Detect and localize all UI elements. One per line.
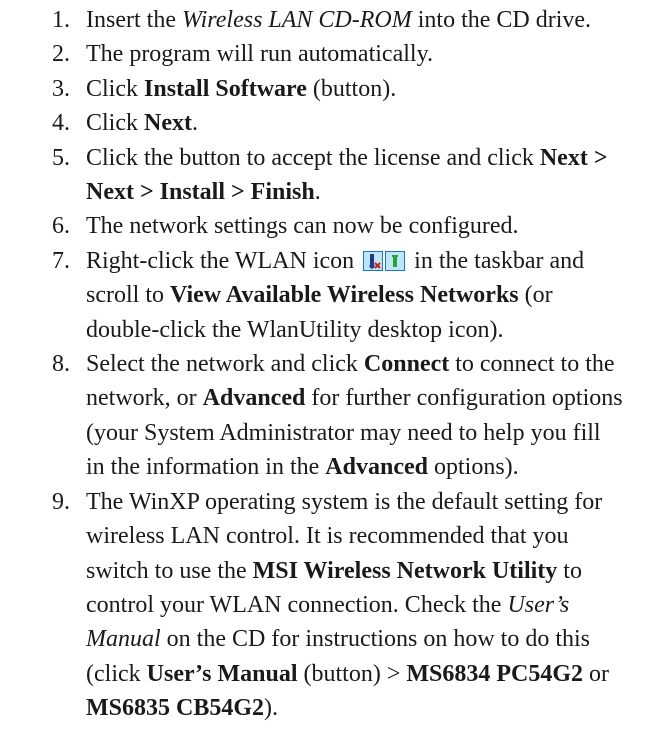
step-9: 9. The WinXP operating system is the defa… <box>40 485 671 726</box>
step-number: 9. <box>52 488 70 515</box>
text: or <box>583 660 610 687</box>
text: in the taskbar and <box>408 247 585 274</box>
text: (click <box>86 660 147 687</box>
text: in the information in the <box>86 454 326 481</box>
step-line: Manual on the CD for instructions on how… <box>86 622 671 656</box>
wlan-connected-icon <box>385 250 406 271</box>
step-3: 3. Click Install Software (button). <box>40 72 671 106</box>
step-line: The program will run automatically. <box>86 37 671 71</box>
step-line: MS6835 CB54G2). <box>86 691 671 725</box>
step-line: Click the button to accept the license a… <box>86 141 671 175</box>
bold-text: MS6834 PC54G2 <box>406 660 584 687</box>
step-line: double-click the WlanUtility desktop ico… <box>86 313 671 347</box>
step-8: 8. Select the network and click Connect t… <box>40 347 671 485</box>
wlan-disconnected-icon <box>363 250 384 271</box>
bold-text: Next <box>144 110 192 137</box>
text: (button) > <box>297 660 407 687</box>
bold-text: Advanced <box>325 454 428 481</box>
step-number: 5. <box>52 144 70 171</box>
bold-text: Next > <box>539 144 608 171</box>
step-number: 7. <box>52 247 70 274</box>
bold-text: View Available Wireless Networks <box>170 282 519 309</box>
step-2: 2. The program will run automatically. <box>40 37 671 71</box>
text: The program will run automatically. <box>86 41 434 68</box>
text: Select the network and click <box>86 351 364 378</box>
step-number: 8. <box>52 351 70 378</box>
text: . <box>314 179 321 206</box>
italic-text: User’s <box>507 591 570 618</box>
text: wireless LAN control. It is recommended … <box>86 523 569 550</box>
step-line: control your WLAN connection. Check the … <box>86 588 671 622</box>
step-number: 2. <box>52 41 70 68</box>
step-line: Click Next. <box>86 106 671 140</box>
step-5: 5. Click the button to accept the license… <box>40 141 671 210</box>
italic-text: Wireless LAN CD-ROM <box>181 7 412 33</box>
text: to <box>557 557 582 584</box>
text: Insert the <box>86 7 182 33</box>
installation-steps: 1. Insert the Wireless LAN CD-ROM into th… <box>0 0 671 726</box>
step-line: scroll to View Available Wireless Networ… <box>86 278 671 312</box>
text: Click <box>86 110 144 137</box>
text: options). <box>427 454 519 481</box>
text: ). <box>264 695 279 722</box>
step-line: Next > Install > Finish. <box>86 175 671 209</box>
text: to connect to the <box>449 351 615 378</box>
bold-text: Connect <box>363 351 450 378</box>
text: Right-click the WLAN icon <box>86 247 361 274</box>
bold-text: MSI Wireless Network Utility <box>252 557 558 584</box>
text: control your WLAN connection. Check the <box>86 591 508 618</box>
wlan-taskbar-icons <box>363 250 406 271</box>
step-line: Click Install Software (button). <box>86 72 671 106</box>
italic-text: Manual <box>86 626 161 653</box>
step-line: in the information in the Advanced optio… <box>86 450 671 484</box>
step-line: The WinXP operating system is the defaul… <box>86 485 671 519</box>
step-line: wireless LAN control. It is recommended … <box>86 519 671 553</box>
bold-text: MS6835 CB54G2 <box>86 695 265 722</box>
step-line: network, or Advanced for further configu… <box>86 381 671 415</box>
text: The network settings can now be configur… <box>86 213 519 240</box>
step-number: 3. <box>52 75 70 102</box>
step-line: (click User’s Manual (button) > MS6834 P… <box>86 657 671 691</box>
text: The WinXP operating system is the defaul… <box>86 488 603 515</box>
text: (your System Administrator may need to h… <box>86 419 601 446</box>
text: (button). <box>306 75 397 102</box>
text: Click the button to accept the license a… <box>86 144 540 171</box>
step-line: (your System Administrator may need to h… <box>86 416 671 450</box>
step-line: Right-click the WLAN icon in the taskbar… <box>86 244 671 278</box>
step-4: 4. Click Next. <box>40 106 671 140</box>
text: for further configuration options <box>305 385 623 412</box>
step-6: 6. The network settings can now be config… <box>40 209 671 243</box>
step-line: switch to use the MSI Wireless Network U… <box>86 554 671 588</box>
bold-text: Install Software <box>144 75 307 102</box>
step-line: Select the network and click Connect to … <box>86 347 671 381</box>
text: (or <box>518 282 553 309</box>
text: scroll to <box>86 282 170 309</box>
bold-text: Next > Install > Finish <box>86 179 315 206</box>
step-7: 7. Right-click the WLAN icon in the taskb… <box>40 244 671 347</box>
step-number: 6. <box>52 213 70 240</box>
bold-text: Advanced <box>202 385 306 412</box>
text: into the CD drive. <box>411 7 592 33</box>
text: network, or <box>86 385 203 412</box>
text: switch to use the <box>86 557 253 584</box>
text: . <box>191 110 198 137</box>
text: on the CD for instructions on how to do … <box>160 626 590 653</box>
bold-text: User’s Manual <box>146 660 298 687</box>
step-number: 1. <box>52 7 70 33</box>
text: Click <box>86 75 144 102</box>
step-line: Insert the Wireless LAN CD-ROM into the … <box>86 3 671 37</box>
step-number: 4. <box>52 110 70 137</box>
text: double-click the WlanUtility desktop ico… <box>86 316 504 343</box>
step-line: The network settings can now be configur… <box>86 209 671 243</box>
step-1: 1. Insert the Wireless LAN CD-ROM into th… <box>40 3 671 37</box>
